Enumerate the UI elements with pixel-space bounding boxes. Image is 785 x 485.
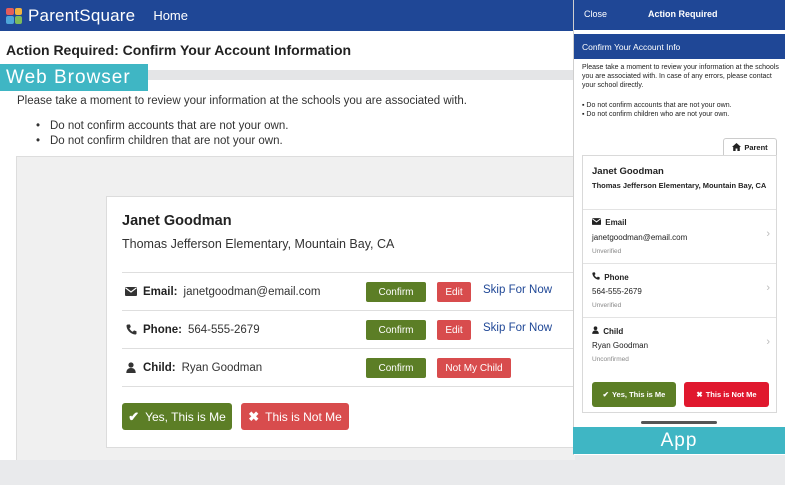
yes-this-is-me-button[interactable]: ✔ Yes, This is Me <box>122 403 232 430</box>
logo-text: ParentSquare <box>28 5 136 25</box>
phone-icon <box>122 324 140 335</box>
app-yes-this-is-me-button[interactable]: ✔ Yes, This is Me <box>592 382 676 407</box>
top-navigation-bar: ParentSquare Home <box>0 0 575 31</box>
x-icon: ✖ <box>696 390 703 399</box>
parentsquare-logo[interactable]: ParentSquare <box>6 6 135 26</box>
envelope-icon <box>592 218 601 225</box>
account-name: Janet Goodman <box>122 213 232 229</box>
app-phone-row[interactable]: Phone 564-555-2679 Unverified › <box>583 263 776 317</box>
app-child-value: Ryan Goodman <box>592 341 649 350</box>
x-icon: ✖ <box>248 408 260 424</box>
app-child-row[interactable]: Child Ryan Goodman Unconfirmed › <box>583 317 776 371</box>
app-intro-text: Please take a moment to review your info… <box>582 64 779 89</box>
user-icon <box>592 326 599 334</box>
app-this-is-not-me-button[interactable]: ✖ This is Not Me <box>684 382 769 407</box>
skip-email-link[interactable]: Skip For Now <box>483 284 552 296</box>
skip-phone-link[interactable]: Skip For Now <box>483 322 552 334</box>
edit-phone-button[interactable]: Edit <box>437 320 471 340</box>
email-row: Email: janetgoodman@email.com Confirm Ed… <box>122 272 575 310</box>
intro-text: Please take a moment to review your info… <box>17 95 468 107</box>
app-account-name: Janet Goodman <box>592 166 664 177</box>
app-guideline-item: ▪ Do not confirm accounts that are not y… <box>582 102 732 109</box>
app-no-button-label: This is Not Me <box>705 390 757 399</box>
app-child-label: Child <box>603 327 624 336</box>
app-guideline-item: ▪ Do not confirm children who are not yo… <box>582 111 730 118</box>
app-email-label: Email <box>605 218 627 227</box>
app-email-label-wrap: Email <box>592 218 627 227</box>
app-child-label-wrap: Child <box>592 326 623 336</box>
account-school: Thomas Jefferson Elementary, Mountain Ba… <box>122 237 395 251</box>
envelope-icon <box>122 287 140 296</box>
guideline-item: Do not confirm accounts that are not you… <box>36 119 288 134</box>
confirm-child-button[interactable]: Confirm <box>366 358 426 378</box>
scroll-indicator[interactable] <box>641 421 717 424</box>
web-browser-badge: Web Browser <box>0 64 148 91</box>
guideline-list: Do not confirm accounts that are not you… <box>36 119 288 149</box>
tab-parent-label: Parent <box>744 142 768 152</box>
page-title: Action Required: Confirm Your Account In… <box>6 42 352 58</box>
chevron-right-icon: › <box>766 228 770 240</box>
row-divider <box>122 386 575 387</box>
app-account-card: Janet Goodman Thomas Jefferson Elementar… <box>582 155 777 413</box>
user-icon <box>122 362 140 373</box>
not-my-child-button[interactable]: Not My Child <box>437 358 511 378</box>
app-phone-value: 564-555-2679 <box>592 287 642 296</box>
app-header: Close Action Required <box>574 0 785 30</box>
home-icon <box>732 143 742 151</box>
phone-icon <box>592 272 600 280</box>
app-view: Close Action Required Confirm Your Accou… <box>573 0 785 455</box>
app-phone-status: Unverified <box>592 302 622 309</box>
phone-value: 564-555-2679 <box>187 323 260 336</box>
child-value: Ryan Goodman <box>181 361 263 374</box>
app-email-value: janetgoodman@email.com <box>592 233 688 242</box>
app-badge: App <box>573 427 785 454</box>
confirm-phone-button[interactable]: Confirm <box>366 320 426 340</box>
app-email-row[interactable]: Email janetgoodman@email.com Unverified … <box>583 209 776 263</box>
email-label: Email: <box>143 285 178 298</box>
app-phone-label: Phone <box>604 273 629 282</box>
child-label: Child: <box>143 361 176 374</box>
app-child-status: Unconfirmed <box>592 356 629 363</box>
tab-parent[interactable]: Parent <box>723 138 777 155</box>
confirm-email-button[interactable]: Confirm <box>366 282 426 302</box>
app-guideline-list: ▪ Do not confirm accounts that are not y… <box>582 101 732 119</box>
account-card: Janet Goodman Thomas Jefferson Elementar… <box>106 196 575 448</box>
phone-label: Phone: <box>143 323 182 336</box>
nav-home-link[interactable]: Home <box>153 8 188 23</box>
web-browser-view: ParentSquare Home Action Required: Confi… <box>0 0 575 460</box>
chevron-right-icon: › <box>766 282 770 294</box>
app-subheader: Confirm Your Account Info <box>574 34 785 59</box>
check-icon: ✔ <box>128 408 140 424</box>
this-is-not-me-button[interactable]: ✖ This is Not Me <box>241 403 349 430</box>
guideline-item: Do not confirm children that are not you… <box>36 134 288 149</box>
app-yes-button-label: Yes, This is Me <box>611 390 666 399</box>
chevron-right-icon: › <box>766 336 770 348</box>
email-value: janetgoodman@email.com <box>183 285 321 298</box>
app-email-status: Unverified <box>592 248 622 255</box>
yes-button-label: Yes, This is Me <box>145 409 226 424</box>
edit-email-button[interactable]: Edit <box>437 282 471 302</box>
app-header-title: Action Required <box>648 9 718 19</box>
check-icon: ✔ <box>602 390 609 399</box>
logo-mark-icon <box>6 7 22 24</box>
app-account-school: Thomas Jefferson Elementary, Mountain Ba… <box>592 181 767 190</box>
app-close-button[interactable]: Close <box>584 9 607 19</box>
app-phone-label-wrap: Phone <box>592 272 629 282</box>
phone-row: Phone: 564-555-2679 Confirm Edit Skip Fo… <box>122 310 575 348</box>
child-row: Child: Ryan Goodman Confirm Not My Child <box>122 348 575 386</box>
no-button-label: This is Not Me <box>265 409 342 424</box>
